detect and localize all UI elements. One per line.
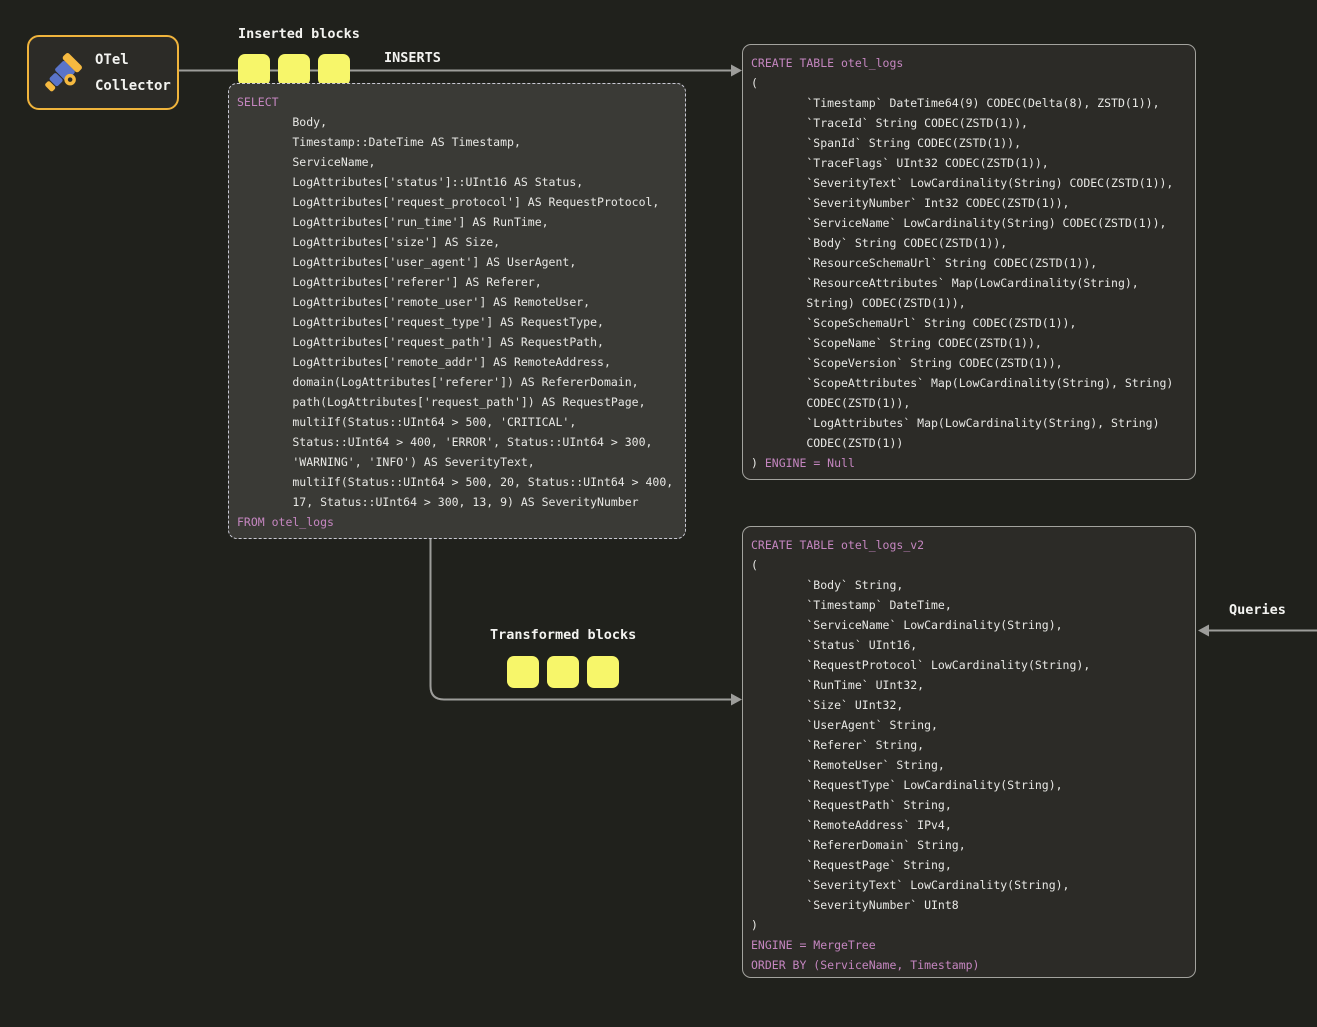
transformed-blocks-row bbox=[507, 656, 619, 688]
transformed-block bbox=[547, 656, 579, 688]
code-line: SELECT bbox=[237, 92, 677, 112]
code-line: Timestamp::DateTime AS Timestamp, bbox=[237, 132, 677, 152]
code-line: `RunTime` UInt32, bbox=[751, 675, 1187, 695]
code-line: LogAttributes['referer'] AS Referer, bbox=[237, 272, 677, 292]
code-line: ( bbox=[751, 73, 1187, 93]
code-line: `RequestPage` String, bbox=[751, 855, 1187, 875]
code-line: `UserAgent` String, bbox=[751, 715, 1187, 735]
code-line: `ScopeAttributes` Map(LowCardinality(Str… bbox=[751, 373, 1187, 393]
code-line: ) bbox=[751, 915, 1187, 935]
code-line: `RequestProtocol` LowCardinality(String)… bbox=[751, 655, 1187, 675]
transformed-block bbox=[587, 656, 619, 688]
code-line: ORDER BY (ServiceName, Timestamp) bbox=[751, 955, 1187, 975]
code-line: `TraceFlags` UInt32 CODEC(ZSTD(1)), bbox=[751, 153, 1187, 173]
code-line: `RemoteAddress` IPv4, bbox=[751, 815, 1187, 835]
code-line: Body, bbox=[237, 112, 677, 132]
code-line: String) CODEC(ZSTD(1)), bbox=[751, 293, 1187, 313]
inserted-blocks-row bbox=[238, 54, 350, 86]
inserted-blocks-label: Inserted blocks bbox=[238, 26, 360, 42]
inserted-block bbox=[238, 54, 270, 86]
code-line: 17, Status::UInt64 > 300, 13, 9) AS Seve… bbox=[237, 492, 677, 512]
otel-logs-v2-table-box: CREATE TABLE otel_logs_v2( `Body` String… bbox=[742, 526, 1196, 978]
code-line: `ScopeSchemaUrl` String CODEC(ZSTD(1)), bbox=[751, 313, 1187, 333]
otel-label-line2: Collector bbox=[95, 73, 171, 99]
code-line: `ScopeName` String CODEC(ZSTD(1)), bbox=[751, 333, 1187, 353]
code-line: LogAttributes['user_agent'] AS UserAgent… bbox=[237, 252, 677, 272]
code-line: `ResourceAttributes` Map(LowCardinality(… bbox=[751, 273, 1187, 293]
code-line: `ServiceName` LowCardinality(String) COD… bbox=[751, 213, 1187, 233]
code-line: `Referer` String, bbox=[751, 735, 1187, 755]
code-line: `Body` String, bbox=[751, 575, 1187, 595]
otel-collector-node: OTel Collector bbox=[27, 35, 179, 110]
inserted-block bbox=[318, 54, 350, 86]
code-line: `Size` UInt32, bbox=[751, 695, 1187, 715]
code-line: LogAttributes['status']::UInt16 AS Statu… bbox=[237, 172, 677, 192]
queries-arrowhead bbox=[1198, 625, 1209, 637]
queries-label: Queries bbox=[1229, 602, 1286, 618]
code-line: `Body` String CODEC(ZSTD(1)), bbox=[751, 233, 1187, 253]
code-line: `TraceId` String CODEC(ZSTD(1)), bbox=[751, 113, 1187, 133]
code-line: domain(LogAttributes['referer']) AS Refe… bbox=[237, 372, 677, 392]
code-line: LogAttributes['remote_addr'] AS RemoteAd… bbox=[237, 352, 677, 372]
transformed-block bbox=[507, 656, 539, 688]
code-line: Status::UInt64 > 400, 'ERROR', Status::U… bbox=[237, 432, 677, 452]
code-line: `SpanId` String CODEC(ZSTD(1)), bbox=[751, 133, 1187, 153]
code-line: `RefererDomain` String, bbox=[751, 835, 1187, 855]
code-line: LogAttributes['remote_user'] AS RemoteUs… bbox=[237, 292, 677, 312]
telescope-icon bbox=[38, 49, 86, 97]
code-line: ENGINE = MergeTree bbox=[751, 935, 1187, 955]
diagram-canvas: OTel Collector Inserted blocks INSERTS S… bbox=[0, 0, 1317, 1027]
otel-collector-label: OTel Collector bbox=[95, 47, 171, 99]
inserts-label: INSERTS bbox=[384, 50, 441, 66]
code-line: CODEC(ZSTD(1)), bbox=[751, 393, 1187, 413]
code-line: LogAttributes['run_time'] AS RunTime, bbox=[237, 212, 677, 232]
code-line: `RequestPath` String, bbox=[751, 795, 1187, 815]
code-line: `LogAttributes` Map(LowCardinality(Strin… bbox=[751, 413, 1187, 433]
code-line: LogAttributes['request_path'] AS Request… bbox=[237, 332, 677, 352]
code-line: multiIf(Status::UInt64 > 500, 20, Status… bbox=[237, 472, 677, 492]
code-line: LogAttributes['size'] AS Size, bbox=[237, 232, 677, 252]
code-line: LogAttributes['request_type'] AS Request… bbox=[237, 312, 677, 332]
code-line: `Status` UInt16, bbox=[751, 635, 1187, 655]
otel-logs-table-box: CREATE TABLE otel_logs( `Timestamp` Date… bbox=[742, 44, 1196, 480]
otel-label-line1: OTel bbox=[95, 47, 171, 73]
code-line: `ScopeVersion` String CODEC(ZSTD(1)), bbox=[751, 353, 1187, 373]
code-line: `SeverityNumber` UInt8 bbox=[751, 895, 1187, 915]
code-line: 'WARNING', 'INFO') AS SeverityText, bbox=[237, 452, 677, 472]
transform-arrowhead bbox=[731, 694, 742, 706]
code-line: CREATE TABLE otel_logs bbox=[751, 53, 1187, 73]
code-line: `RemoteUser` String, bbox=[751, 755, 1187, 775]
code-line: ( bbox=[751, 555, 1187, 575]
code-line: LogAttributes['request_protocol'] AS Req… bbox=[237, 192, 677, 212]
code-line: `SeverityNumber` Int32 CODEC(ZSTD(1)), bbox=[751, 193, 1187, 213]
code-line: `SeverityText` LowCardinality(String) CO… bbox=[751, 173, 1187, 193]
code-line: path(LogAttributes['request_path']) AS R… bbox=[237, 392, 677, 412]
code-line: `Timestamp` DateTime, bbox=[751, 595, 1187, 615]
code-line: `SeverityText` LowCardinality(String), bbox=[751, 875, 1187, 895]
code-line: FROM otel_logs bbox=[237, 512, 677, 532]
transformed-blocks-label: Transformed blocks bbox=[490, 627, 636, 643]
code-line: ) ENGINE = Null bbox=[751, 453, 1187, 473]
code-line: ServiceName, bbox=[237, 152, 677, 172]
code-line: multiIf(Status::UInt64 > 500, 'CRITICAL'… bbox=[237, 412, 677, 432]
code-line: `RequestType` LowCardinality(String), bbox=[751, 775, 1187, 795]
code-line: `ServiceName` LowCardinality(String), bbox=[751, 615, 1187, 635]
code-line: CODEC(ZSTD(1)) bbox=[751, 433, 1187, 453]
code-line: `ResourceSchemaUrl` String CODEC(ZSTD(1)… bbox=[751, 253, 1187, 273]
inserted-block bbox=[278, 54, 310, 86]
code-line: CREATE TABLE otel_logs_v2 bbox=[751, 535, 1187, 555]
inserts-arrowhead bbox=[731, 65, 742, 77]
code-line: `Timestamp` DateTime64(9) CODEC(Delta(8)… bbox=[751, 93, 1187, 113]
select-query-box: SELECT Body, Timestamp::DateTime AS Time… bbox=[228, 83, 686, 539]
